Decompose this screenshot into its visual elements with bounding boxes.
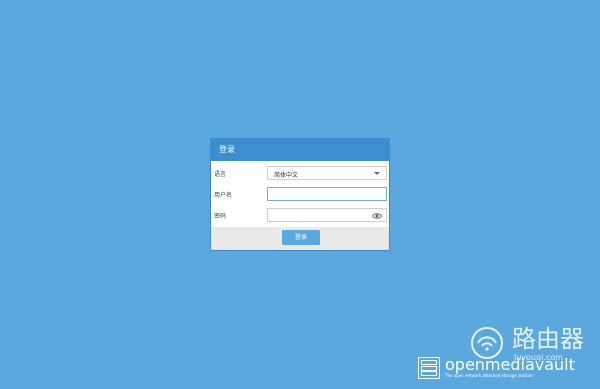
login-dialog: 登录 语言 简体中文 用户名 密码 登录 <box>210 138 390 251</box>
password-input[interactable] <box>267 208 387 222</box>
brand-name: openmediavault <box>445 355 575 374</box>
dialog-title: 登录 <box>211 139 389 161</box>
eye-icon[interactable] <box>372 211 382 221</box>
language-select[interactable]: 简体中文 <box>267 166 387 180</box>
omv-logo: openmediavault The open network attached… <box>418 357 575 379</box>
server-icon <box>418 357 440 379</box>
language-label: 语言 <box>214 171 227 178</box>
language-row: 语言 简体中文 <box>211 163 389 184</box>
username-label: 用户名 <box>214 192 233 199</box>
password-label: 密码 <box>214 213 227 220</box>
login-form: 语言 简体中文 用户名 密码 <box>211 161 389 226</box>
chevron-down-icon[interactable] <box>374 172 380 175</box>
dialog-footer: 登录 <box>211 227 389 250</box>
watermark-text: 路由器 <box>512 325 584 353</box>
language-value: 简体中文 <box>274 172 299 179</box>
login-button[interactable]: 登录 <box>282 230 320 245</box>
username-input[interactable] <box>267 187 387 201</box>
password-row: 密码 <box>211 205 389 226</box>
username-row: 用户名 <box>211 184 389 205</box>
